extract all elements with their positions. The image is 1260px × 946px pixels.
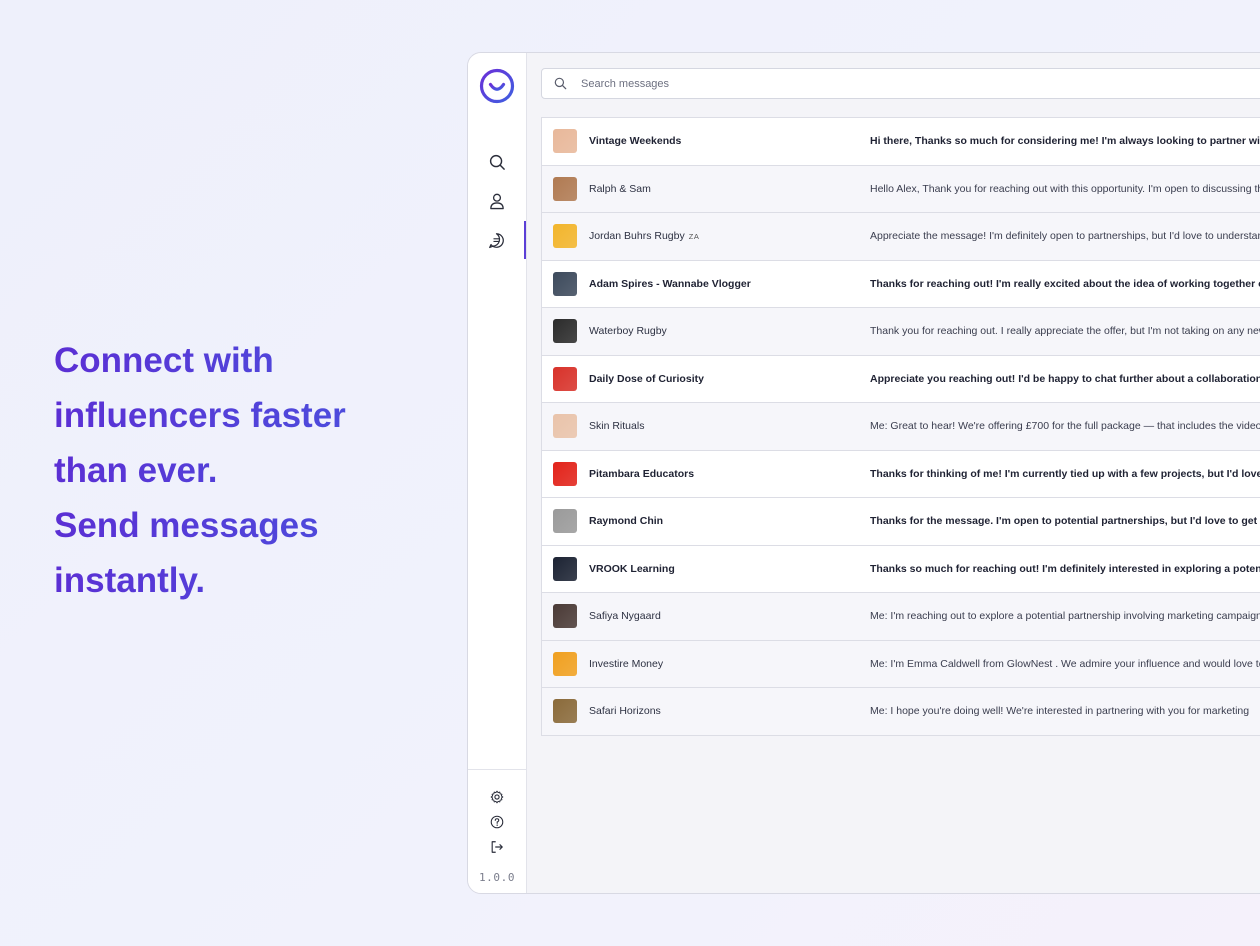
message-preview: Me: I'm reaching out to explore a potent… (870, 610, 1260, 623)
avatar (553, 651, 577, 676)
sender-name: Investire Money (589, 657, 664, 670)
message-list: Vintage Weekends Hi there, Thanks so much… (541, 117, 1260, 736)
avatar (553, 509, 577, 534)
message-row[interactable]: Vintage Weekends Hi there, Thanks so much… (542, 118, 1260, 166)
search-bar (541, 68, 1260, 99)
search-input[interactable] (581, 77, 1181, 90)
sidebar: 1.0.0 (468, 53, 527, 893)
message-row[interactable]: Adam Spires - Wannabe Vlogger Thanks for … (542, 260, 1260, 308)
message-preview: Me: I'm Emma Caldwell from GlowNest . We… (870, 657, 1260, 670)
message-sender: Waterboy Rugby (589, 325, 667, 337)
message-sender: Jordan Buhrs Rugby ZA (589, 230, 699, 242)
headline-line-4: Send messages (54, 506, 319, 545)
message-sender: Skin Rituals (589, 420, 644, 432)
sender-name: VROOK Learning (589, 562, 675, 575)
avatar (553, 319, 577, 344)
avatar (553, 224, 577, 249)
message-row[interactable]: Jordan Buhrs Rugby ZA Appreciate the messa… (542, 213, 1260, 261)
nav-search-button[interactable] (468, 143, 526, 181)
sender-name: Safari Horizons (589, 705, 661, 718)
message-preview: Me: I hope you're doing well! We're inte… (870, 705, 1250, 718)
user-icon (490, 193, 504, 209)
logout-icon (491, 841, 503, 853)
message-row[interactable]: Investire Money Me: I'm Emma Caldwell fro… (542, 640, 1260, 688)
message-row[interactable]: Skin Rituals Me: Great to hear! We're off… (542, 403, 1260, 451)
logout-button[interactable] (468, 836, 526, 858)
app-window: 1.0.0 Vintage Weekends Hi there, Thanks s… (467, 52, 1260, 894)
message-preview: Hi there, Thanks so much for considering… (870, 135, 1260, 148)
message-sender: Adam Spires - Wannabe Vlogger (589, 278, 751, 290)
nav-messages-button[interactable] (468, 221, 526, 259)
message-preview: Thank you for reaching out. I really app… (870, 325, 1260, 338)
avatar (553, 461, 577, 486)
logo-icon (479, 68, 515, 104)
messages-panel: Vintage Weekends Hi there, Thanks so much… (527, 53, 1260, 893)
avatar (553, 129, 577, 154)
app-version: 1.0.0 (478, 871, 516, 884)
message-row[interactable]: Waterboy Rugby Thank you for reaching out… (542, 308, 1260, 356)
help-icon (490, 815, 504, 829)
sender-name: Raymond Chin (589, 515, 664, 528)
message-preview: Me: Great to hear! We're offering £700 f… (870, 420, 1260, 433)
sidebar-divider (468, 769, 526, 770)
headline-line-1: Connect with (54, 341, 274, 380)
avatar (553, 414, 577, 439)
message-preview: Appreciate the message! I'm definitely o… (870, 230, 1260, 243)
search-icon (489, 154, 505, 170)
message-preview: Thanks for the message. I'm open to pote… (870, 515, 1260, 528)
message-preview: Thanks for thinking of me! I'm currently… (870, 467, 1260, 480)
message-row[interactable]: Safiya Nygaard Me: I'm reaching out to ex… (542, 593, 1260, 641)
headline-line-3: than ever. (54, 451, 218, 490)
message-sender: Pitambara Educators (589, 468, 694, 480)
avatar (553, 176, 577, 201)
sender-name: Skin Rituals (589, 420, 645, 433)
message-sender: Vintage Weekends (589, 135, 681, 147)
message-preview: Hello Alex, Thank you for reaching out w… (870, 182, 1260, 195)
headline-line-2: influencers faster (54, 396, 346, 435)
sender-name: Jordan Buhrs Rugby (589, 230, 685, 243)
message-preview: Thanks so much for reaching out! I'm def… (870, 562, 1260, 575)
help-button[interactable] (468, 811, 526, 833)
message-sender: Safari Horizons (589, 705, 661, 717)
message-row[interactable]: VROOK Learning Thanks so much for reachin… (542, 545, 1260, 593)
sender-country-tag: ZA (688, 232, 700, 242)
message-sender: Ralph & Sam (589, 183, 651, 195)
message-preview: Appreciate you reaching out! I'd be happ… (870, 372, 1260, 385)
sender-name: Adam Spires - Wannabe Vlogger (589, 277, 751, 290)
message-sender: Daily Dose of Curiosity (589, 373, 704, 385)
message-sender: Raymond Chin (589, 515, 663, 527)
avatar (553, 556, 577, 581)
message-sender: VROOK Learning (589, 563, 675, 575)
avatar (553, 604, 577, 629)
message-row[interactable]: Pitambara Educators Thanks for thinking o… (542, 450, 1260, 498)
message-preview: Thanks for reaching out! I'm really exci… (870, 277, 1260, 290)
sender-name: Vintage Weekends (589, 135, 682, 148)
headline-line-5: instantly. (54, 561, 206, 600)
chat-icon (488, 232, 504, 248)
app-logo[interactable] (479, 68, 515, 104)
sender-name: Safiya Nygaard (589, 610, 661, 623)
avatar (553, 271, 577, 296)
marketing-headline: Connect with influencers faster than eve… (54, 333, 414, 608)
page: Connect with influencers faster than eve… (0, 0, 1260, 946)
message-row[interactable]: Daily Dose of Curiosity Appreciate you re… (542, 355, 1260, 403)
sender-name: Daily Dose of Curiosity (589, 372, 704, 385)
sender-name: Waterboy Rugby (589, 325, 667, 338)
nav-profile-button[interactable] (468, 182, 526, 220)
avatar (553, 699, 577, 724)
sender-name: Ralph & Sam (589, 182, 651, 195)
search-icon (554, 77, 567, 90)
settings-button[interactable] (468, 786, 526, 808)
message-row[interactable]: Safari Horizons Me: I hope you're doing w… (542, 688, 1260, 736)
message-sender: Safiya Nygaard (589, 610, 661, 622)
gear-icon (490, 790, 504, 804)
message-sender: Investire Money (589, 658, 663, 670)
sender-name: Pitambara Educators (589, 467, 695, 480)
message-row[interactable]: Ralph & Sam Hello Alex, Thank you for rea… (542, 165, 1260, 213)
avatar (553, 366, 577, 391)
message-row[interactable]: Raymond Chin Thanks for the message. I'm … (542, 498, 1260, 546)
